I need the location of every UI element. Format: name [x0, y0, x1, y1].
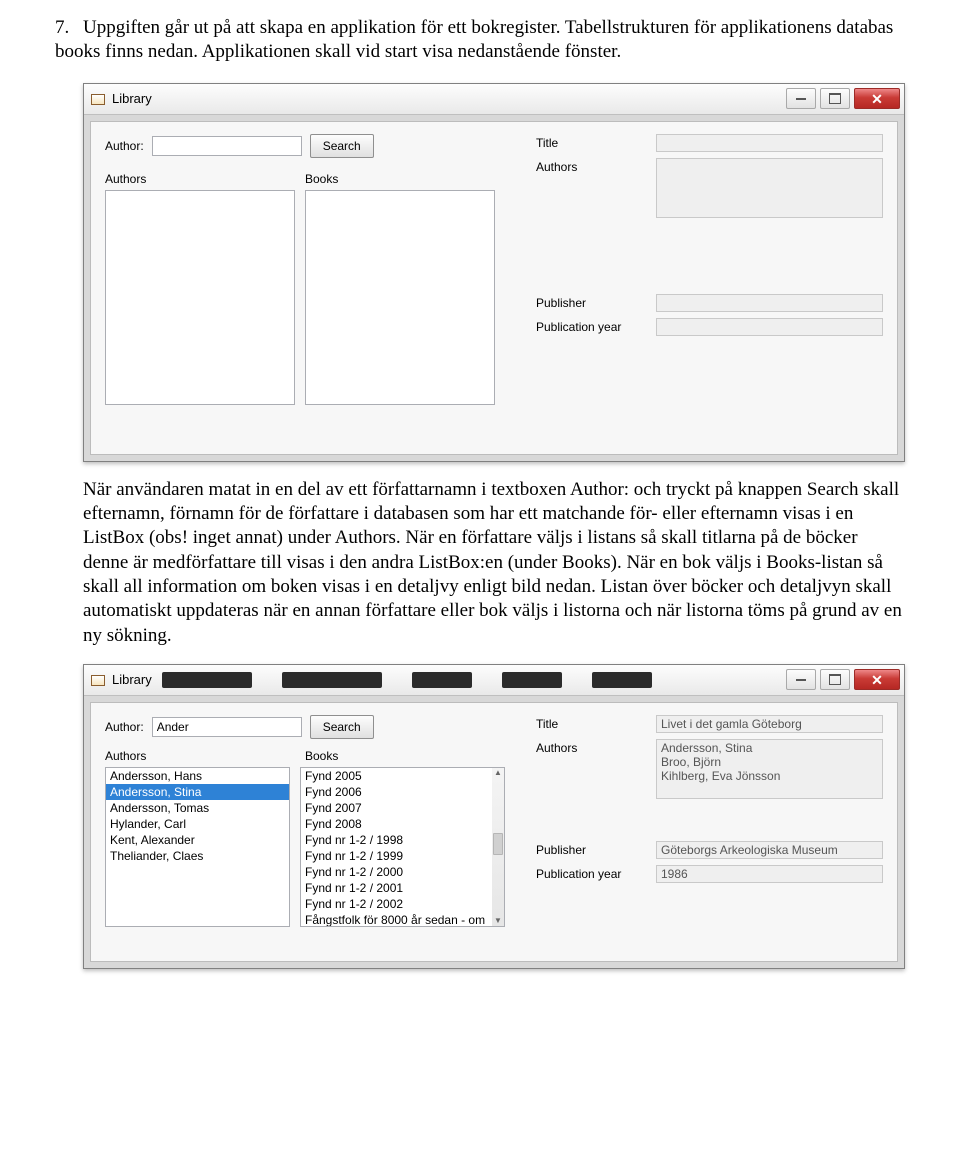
library-window-populated: Library ✕ Author: Search: [83, 664, 905, 969]
redacted-text: [412, 672, 472, 688]
detail-author-line: Broo, Björn: [661, 755, 878, 769]
minimize-button[interactable]: [786, 88, 816, 109]
author-label: Author:: [105, 720, 144, 734]
list-item[interactable]: Fynd 2006: [301, 784, 492, 800]
list-item[interactable]: Fynd 2008: [301, 816, 492, 832]
detail-publisher-value: Göteborgs Arkeologiska Museum: [656, 841, 883, 859]
books-listbox[interactable]: [305, 190, 495, 405]
task-description: När användaren matat in en del av ett fö…: [83, 478, 905, 648]
list-item[interactable]: Fynd nr 1-2 / 1998: [301, 832, 492, 848]
search-button[interactable]: Search: [310, 134, 374, 158]
books-list-label: Books: [305, 749, 338, 763]
detail-authors-value: Andersson, StinaBroo, BjörnKihlberg, Eva…: [656, 739, 883, 799]
scroll-thumb[interactable]: [493, 833, 503, 855]
list-item[interactable]: Andersson, Hans: [106, 768, 289, 784]
detail-year-label: Publication year: [536, 865, 656, 881]
authors-list-label: Authors: [105, 172, 305, 186]
detail-author-line: Kihlberg, Eva Jönsson: [661, 769, 878, 783]
list-item[interactable]: Fångstfolk för 8000 år sedan - om: [301, 912, 492, 927]
redacted-text: [282, 672, 382, 688]
detail-year-label: Publication year: [536, 318, 656, 334]
redacted-text: [162, 672, 252, 688]
books-listbox[interactable]: Fynd 2005Fynd 2006Fynd 2007Fynd 2008Fynd…: [300, 767, 492, 927]
detail-title-value: [656, 134, 883, 152]
list-item[interactable]: Hylander, Carl: [106, 816, 289, 832]
authors-list-label: Authors: [105, 749, 305, 763]
list-item[interactable]: Fynd 2007: [301, 800, 492, 816]
list-item[interactable]: Andersson, Tomas: [106, 800, 289, 816]
scroll-up-icon[interactable]: ▲: [494, 768, 502, 778]
title-bar: Library ✕: [84, 665, 904, 696]
list-item[interactable]: Fynd nr 1-2 / 2002: [301, 896, 492, 912]
scrollbar[interactable]: ▲ ▼: [492, 767, 505, 927]
task-text: Uppgiften går ut på att skapa en applika…: [55, 17, 893, 62]
task-number: 7.: [55, 16, 83, 40]
authors-listbox[interactable]: [105, 190, 295, 405]
task-intro: 7.Uppgiften går ut på att skapa en appli…: [55, 16, 905, 65]
app-icon: [90, 672, 106, 688]
list-item[interactable]: Andersson, Stina: [106, 784, 289, 800]
author-input[interactable]: [152, 136, 302, 156]
detail-year-value: 1986: [656, 865, 883, 883]
list-item[interactable]: Theliander, Claes: [106, 848, 289, 864]
books-list-label: Books: [305, 172, 338, 186]
detail-author-line: Andersson, Stina: [661, 741, 878, 755]
detail-title-label: Title: [536, 715, 656, 731]
maximize-button[interactable]: [820, 88, 850, 109]
close-button[interactable]: ✕: [854, 669, 900, 690]
minimize-button[interactable]: [786, 669, 816, 690]
detail-year-value: [656, 318, 883, 336]
detail-title-value: Livet i det gamla Göteborg: [656, 715, 883, 733]
author-input[interactable]: [152, 717, 302, 737]
detail-authors-value: [656, 158, 883, 218]
list-item[interactable]: Fynd nr 1-2 / 2000: [301, 864, 492, 880]
list-item[interactable]: Fynd nr 1-2 / 1999: [301, 848, 492, 864]
list-item[interactable]: Fynd nr 1-2 / 2001: [301, 880, 492, 896]
detail-authors-label: Authors: [536, 158, 656, 174]
library-window-empty: Library ✕ Author: Search Authors: [83, 83, 905, 462]
detail-title-label: Title: [536, 134, 656, 150]
maximize-button[interactable]: [820, 669, 850, 690]
author-label: Author:: [105, 139, 144, 153]
authors-listbox[interactable]: Andersson, HansAndersson, StinaAndersson…: [105, 767, 290, 927]
window-title: Library: [112, 91, 152, 106]
detail-authors-label: Authors: [536, 739, 656, 755]
detail-publisher-label: Publisher: [536, 841, 656, 857]
window-title: Library: [112, 672, 152, 687]
app-icon: [90, 91, 106, 107]
list-item[interactable]: Kent, Alexander: [106, 832, 289, 848]
scroll-down-icon[interactable]: ▼: [494, 916, 502, 926]
detail-publisher-label: Publisher: [536, 294, 656, 310]
search-button[interactable]: Search: [310, 715, 374, 739]
redacted-text: [502, 672, 562, 688]
list-item[interactable]: Fynd 2005: [301, 768, 492, 784]
close-button[interactable]: ✕: [854, 88, 900, 109]
redacted-text: [592, 672, 652, 688]
detail-publisher-value: [656, 294, 883, 312]
title-bar: Library ✕: [84, 84, 904, 115]
